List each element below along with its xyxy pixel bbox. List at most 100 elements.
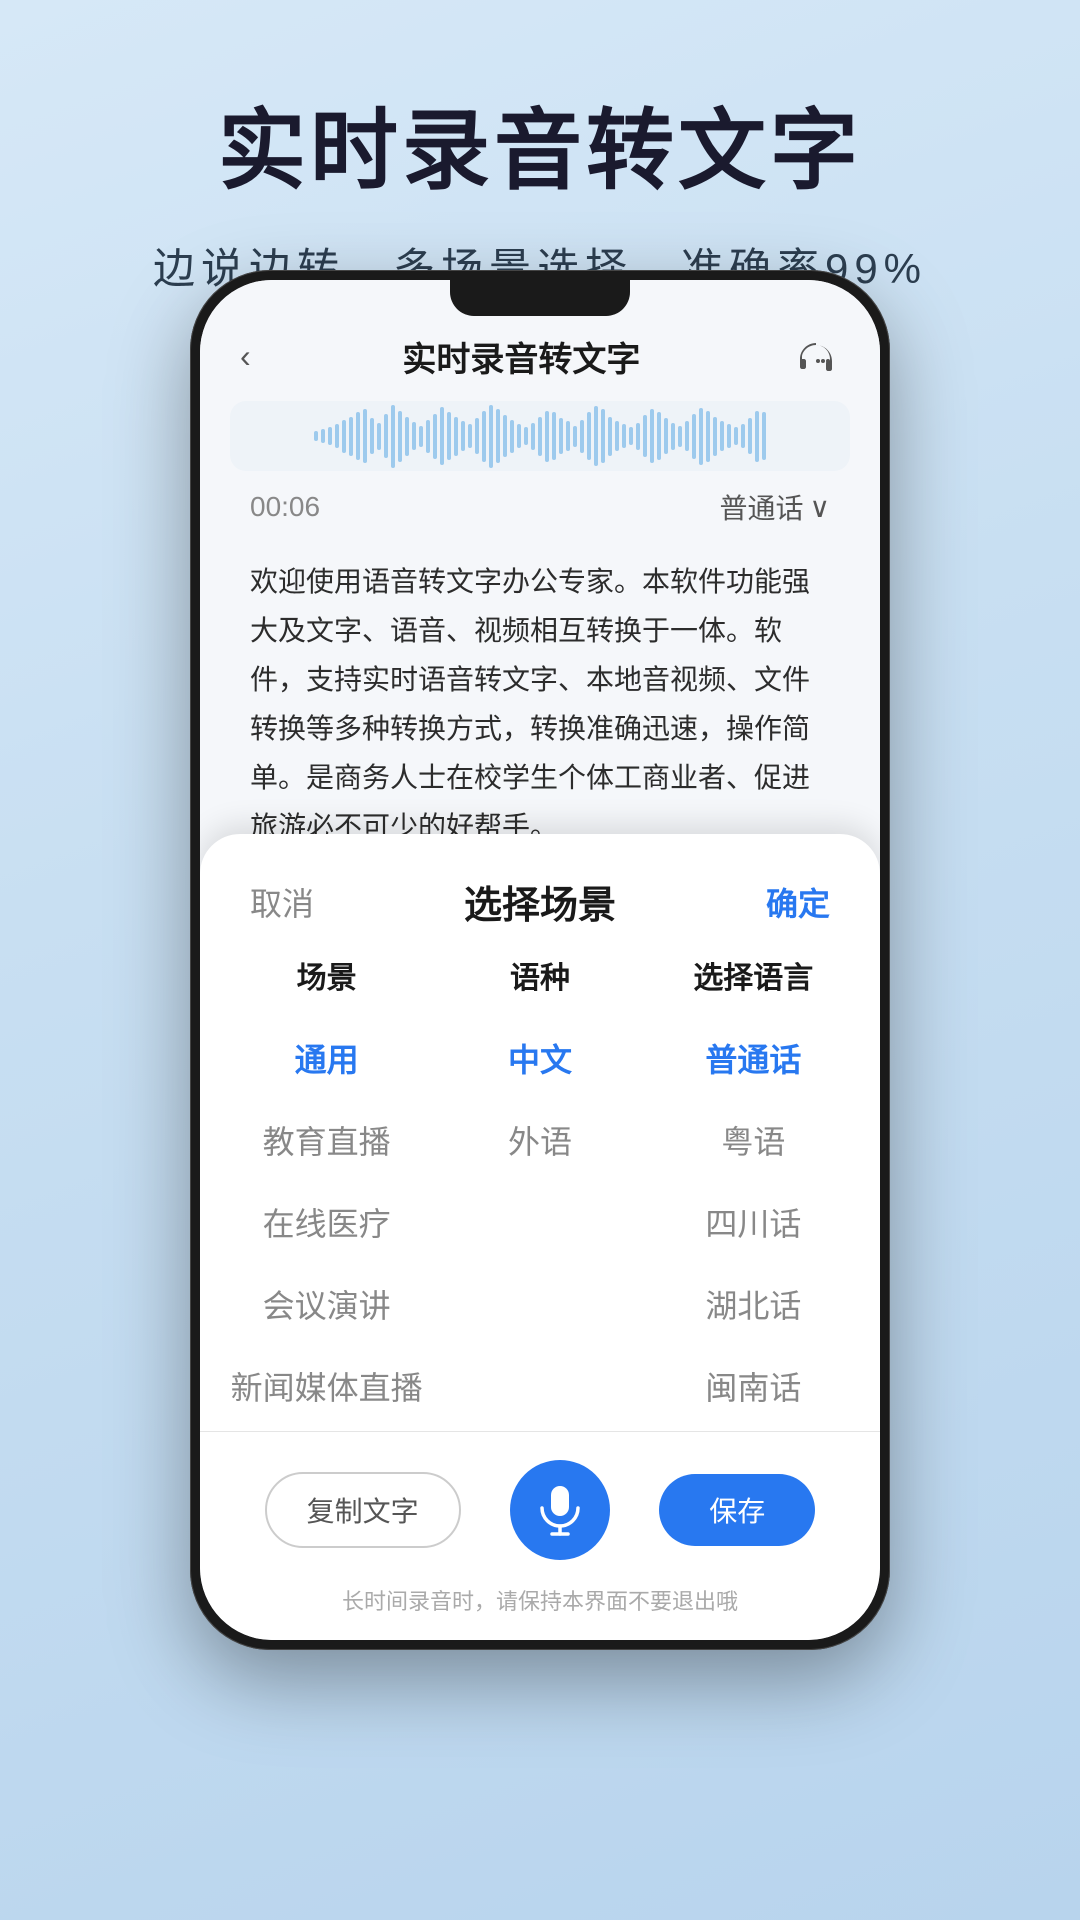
wave-bar [321,429,325,443]
wave-bar [489,405,493,468]
wave-bar [587,412,591,460]
wave-bar [720,421,724,451]
recording-time: 00:06 [250,491,320,523]
wave-bar [755,411,759,462]
language-column: 选择语言 普通话 粤语 四川话 湖北话 闽南话 [647,953,860,1427]
wave-bar [622,424,626,448]
chevron-down-icon: ∨ [810,491,831,524]
sheet-header: 取消 选择场景 确定 [200,834,880,953]
wave-bar [664,418,668,454]
language-selector[interactable]: 普通话 ∨ [719,487,830,527]
language-col-header: 选择语言 [693,953,813,997]
wave-bar [573,426,577,447]
wave-bar [447,412,451,460]
hero-title: 实时录音转文字 [0,0,1080,207]
scene-column: 场景 通用 教育直播 在线医疗 会议演讲 新闻媒体直播 [220,953,433,1427]
wave-bar [531,423,535,450]
waveform [230,401,850,471]
wave-bar [510,420,514,453]
scene-item-4[interactable]: 新闻媒体直播 [220,1345,433,1427]
wave-bar [384,414,388,458]
wave-bar [538,417,542,456]
wave-bar [419,426,423,447]
wave-bar [398,411,402,462]
wave-bar [629,427,633,445]
wave-bar [713,417,717,456]
wave-bar [608,417,612,456]
wave-bar [601,409,605,463]
wave-bar [727,424,731,448]
wave-bar [335,424,339,448]
wave-bar [594,406,598,466]
language-item-0[interactable]: 普通话 [647,1017,860,1099]
wave-bar [552,412,556,460]
wave-bar [657,412,661,460]
wave-bar [496,409,500,463]
wave-bar [615,421,619,451]
wave-bar [363,409,367,463]
wave-bar [349,417,353,456]
wave-bar [461,421,465,451]
wave-bar [524,427,528,445]
wave-bar [692,414,696,459]
phone-screen: ‹ 实时录音转文字 00:06 普通话 [200,280,880,1640]
wave-bar [377,423,381,450]
wave-bar [671,423,675,450]
wave-bar [566,421,570,451]
wave-bar [580,420,584,453]
language-item-3[interactable]: 湖北话 [647,1263,860,1345]
wave-bar [741,424,745,448]
wave-bar [391,405,395,468]
lang-type-item-0[interactable]: 中文 [433,1017,646,1099]
transcript-text: 欢迎使用语音转文字办公专家。本软件功能强大及文字、语音、视频相互转换于一体。软件… [240,537,840,877]
scene-col-header: 场景 [297,953,357,997]
wave-bar [545,411,549,462]
wave-bar [454,417,458,456]
wave-bar [370,418,374,454]
confirm-button[interactable]: 确定 [766,879,830,925]
scene-item-2[interactable]: 在线医疗 [220,1181,433,1263]
language-label: 普通话 [719,487,803,527]
language-item-4[interactable]: 闽南话 [647,1345,860,1427]
wave-bar [412,422,416,451]
back-button[interactable]: ‹ [240,338,251,375]
scene-picker-sheet: 取消 选择场景 确定 场景 通用 教育直播 在线医疗 会议演讲 新闻媒体直播 [200,834,880,1640]
hero-section: 实时录音转文字 边说边转，多场景选择，准确率99% [0,0,1080,296]
wave-bar [643,415,647,457]
phone-mockup: ‹ 实时录音转文字 00:06 普通话 [190,270,890,1730]
wave-bar [650,409,654,463]
wave-bar [433,414,437,459]
wave-bar [482,411,486,462]
wave-bar [328,427,332,445]
language-item-1[interactable]: 粤语 [647,1099,860,1181]
wave-bar [475,418,479,454]
language-item-2[interactable]: 四川话 [647,1181,860,1263]
wave-bar [748,418,752,454]
bottom-actions: 复制文字 保存 [200,1436,880,1576]
footer-hint: 长时间录音时，请保持本界面不要退出哦 [200,1576,880,1620]
headphone-icon[interactable] [792,333,840,381]
scene-item-1[interactable]: 教育直播 [220,1099,433,1181]
microphone-button[interactable] [510,1460,610,1560]
lang-type-item-1[interactable]: 外语 [433,1099,646,1181]
copy-text-button[interactable]: 复制文字 [265,1472,461,1548]
wave-bar [405,417,409,456]
scene-item-0[interactable]: 通用 [220,1017,433,1099]
wave-bar [440,407,444,466]
wave-bar [678,426,682,447]
phone-frame: ‹ 实时录音转文字 00:06 普通话 [190,270,890,1650]
cancel-button[interactable]: 取消 [250,879,314,925]
wave-bar [503,415,507,457]
picker-columns: 场景 通用 教育直播 在线医疗 会议演讲 新闻媒体直播 语种 中文 外语 [200,953,880,1427]
save-button[interactable]: 保存 [659,1474,815,1546]
wave-bar [342,420,346,453]
language-type-column: 语种 中文 外语 [433,953,646,1427]
divider [200,1431,880,1432]
wave-bar [517,424,521,448]
wave-bar [314,431,318,442]
app-title: 实时录音转文字 [402,332,640,381]
scene-item-3[interactable]: 会议演讲 [220,1263,433,1345]
time-language-row: 00:06 普通话 ∨ [200,471,880,537]
phone-notch [450,280,630,316]
wave-bar [426,420,430,453]
